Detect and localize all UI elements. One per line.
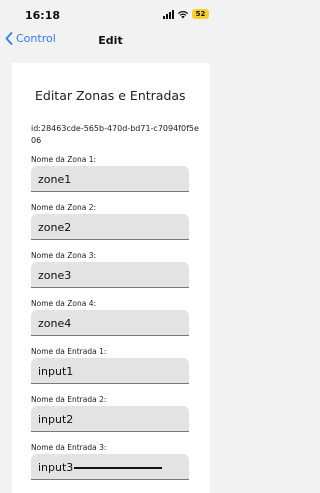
zone-3-value: zone3 xyxy=(38,269,72,282)
input-1-value: input1 xyxy=(38,365,74,378)
input-2-field: Nome da Entrada 2: input2 xyxy=(31,395,189,432)
input-2-label: Nome da Entrada 2: xyxy=(31,395,107,404)
zone-4-value: zone4 xyxy=(38,317,72,330)
record-id: id:28463cde-565b-470d-bd71-c7094f0f5e06 xyxy=(31,124,199,145)
input-1-field: Nome da Entrada 1: input1 xyxy=(31,347,189,384)
status-time: 16:18 xyxy=(25,9,61,22)
battery-icon: 52 xyxy=(192,9,209,19)
cellular-signal-icon xyxy=(163,9,174,19)
edit-form-card: Editar Zonas e Entradas id:28463cde-565b… xyxy=(12,63,210,493)
input-3-field: Nome da Entrada 3: input3 xyxy=(31,443,189,480)
zone-3-label: Nome da Zona 3: xyxy=(31,251,97,260)
zone-3-field: Nome da Zona 3: zone3 xyxy=(31,251,189,288)
input-1-input[interactable]: input1 xyxy=(31,358,189,384)
form-title: Editar Zonas e Entradas xyxy=(35,88,186,103)
input-3-input[interactable]: input3 xyxy=(31,454,189,480)
zone-2-field: Nome da Zona 2: zone2 xyxy=(31,203,189,240)
zone-1-input[interactable]: zone1 xyxy=(31,166,189,192)
zone-2-label: Nome da Zona 2: xyxy=(31,203,97,212)
input-2-value: input2 xyxy=(38,413,74,426)
status-bar: 16:18 52 xyxy=(0,0,221,30)
zone-2-value: zone2 xyxy=(38,221,72,234)
status-icons: 52 xyxy=(163,9,209,19)
input-3-value: input3 xyxy=(38,461,74,474)
wifi-icon xyxy=(177,10,189,18)
zone-1-label: Nome da Zona 1: xyxy=(31,155,97,164)
zone-4-input[interactable]: zone4 xyxy=(31,310,189,336)
input-1-label: Nome da Entrada 1: xyxy=(31,347,107,356)
zone-1-field: Nome da Zona 1: zone1 xyxy=(31,155,189,192)
text-selection-bar xyxy=(74,466,163,469)
zone-1-value: zone1 xyxy=(38,173,72,186)
input-2-input[interactable]: input2 xyxy=(31,406,189,432)
input-3-label: Nome da Entrada 3: xyxy=(31,443,107,452)
zone-4-field: Nome da Zona 4: zone4 xyxy=(31,299,189,336)
zone-3-input[interactable]: zone3 xyxy=(31,262,189,288)
zone-4-label: Nome da Zona 4: xyxy=(31,299,97,308)
zone-2-input[interactable]: zone2 xyxy=(31,214,189,240)
page-title: Edit xyxy=(98,34,123,47)
navigation-bar: Control Edit xyxy=(0,30,221,52)
